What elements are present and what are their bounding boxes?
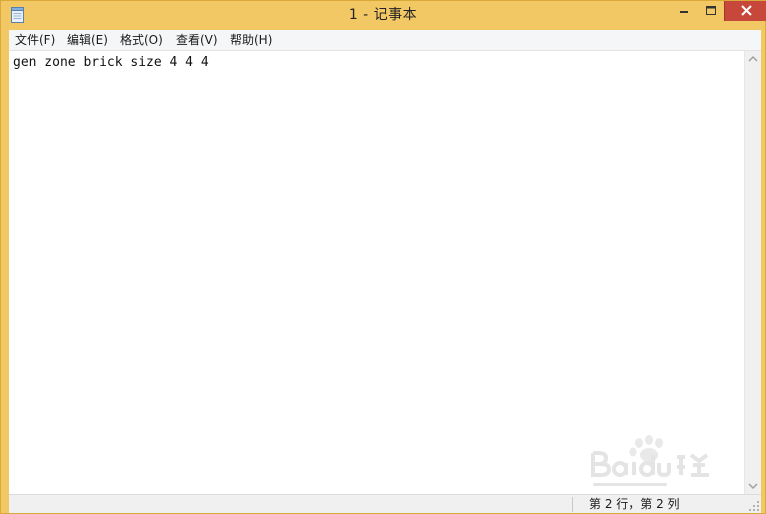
close-button[interactable] — [724, 1, 766, 21]
minimize-icon — [680, 11, 688, 13]
notepad-window: 1 - 记事本 文件(F) 编辑(E) 格式(O) 查看(V) 帮助(H) ge… — [0, 0, 766, 514]
resize-grip-icon[interactable] — [748, 500, 760, 512]
cursor-position: 第 2 行，第 2 列 — [589, 497, 680, 511]
scroll-up-arrow-icon[interactable] — [745, 51, 761, 68]
menu-edit[interactable]: 编辑(E) — [67, 30, 108, 50]
editor-content[interactable]: gen zone brick size 4 4 4 — [13, 55, 209, 70]
title-bar[interactable]: 1 - 记事本 — [1, 1, 766, 30]
text-editor[interactable]: gen zone brick size 4 4 4 — [9, 51, 744, 494]
menu-file[interactable]: 文件(F) — [15, 30, 55, 50]
minimize-button[interactable] — [671, 1, 697, 21]
close-icon — [741, 5, 752, 16]
maximize-button[interactable] — [698, 1, 724, 21]
menu-format[interactable]: 格式(O) — [120, 30, 163, 50]
status-divider — [572, 497, 573, 512]
menu-bar: 文件(F) 编辑(E) 格式(O) 查看(V) 帮助(H) — [9, 30, 761, 51]
scroll-down-arrow-icon[interactable] — [745, 477, 761, 494]
baidu-jingyan-watermark-icon — [591, 435, 709, 486]
vertical-scrollbar[interactable] — [744, 51, 761, 494]
menu-view[interactable]: 查看(V) — [176, 30, 218, 50]
maximize-icon — [706, 6, 716, 15]
status-bar: 第 2 行，第 2 列 — [9, 494, 761, 513]
menu-help[interactable]: 帮助(H) — [230, 30, 272, 50]
window-title: 1 - 记事本 — [348, 7, 418, 23]
